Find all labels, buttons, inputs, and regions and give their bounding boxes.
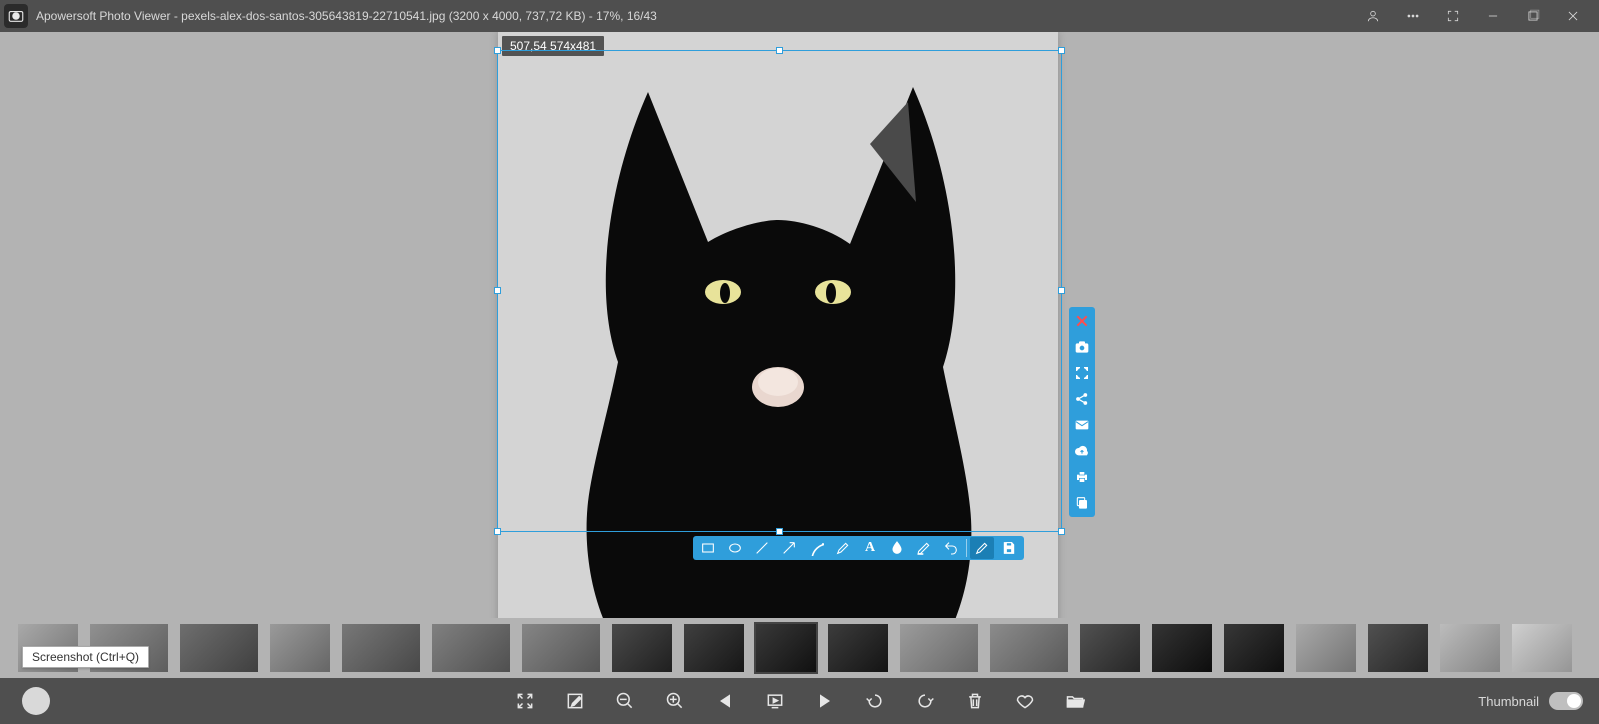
blur-tool-icon[interactable] bbox=[885, 537, 909, 559]
account-icon[interactable] bbox=[1353, 0, 1393, 32]
thumbnail[interactable] bbox=[900, 624, 978, 672]
thumbnail[interactable] bbox=[270, 624, 330, 672]
titlebar: Apowersoft Photo Viewer - pexels-alex-do… bbox=[0, 0, 1599, 32]
thumbnail-toggle[interactable] bbox=[1549, 692, 1583, 710]
more-icon[interactable] bbox=[1393, 0, 1433, 32]
highlighter-tool-icon[interactable] bbox=[912, 537, 936, 559]
upload-cloud-icon[interactable] bbox=[1071, 440, 1093, 462]
fullscreen-icon[interactable] bbox=[1071, 362, 1093, 384]
rotate-left-icon[interactable] bbox=[862, 688, 888, 714]
text-tool-icon[interactable]: A bbox=[858, 537, 882, 559]
open-folder-icon[interactable] bbox=[1062, 688, 1088, 714]
screenshot-action-palette bbox=[1069, 307, 1095, 517]
thumbnail[interactable] bbox=[342, 624, 420, 672]
thumbnail[interactable] bbox=[684, 624, 744, 672]
tooltip: Screenshot (Ctrl+Q) bbox=[22, 646, 149, 668]
ellipse-tool-icon[interactable] bbox=[723, 537, 747, 559]
selection-handle[interactable] bbox=[776, 528, 783, 535]
maximize-button[interactable] bbox=[1513, 0, 1553, 32]
separator bbox=[966, 539, 967, 557]
mail-icon[interactable] bbox=[1071, 414, 1093, 436]
zoom-in-icon[interactable] bbox=[662, 688, 688, 714]
thumbnail-strip[interactable] bbox=[0, 618, 1599, 678]
selection-handle[interactable] bbox=[1058, 47, 1065, 54]
copy-icon[interactable] bbox=[1071, 492, 1093, 514]
capture-icon[interactable] bbox=[1071, 336, 1093, 358]
selection-handle[interactable] bbox=[494, 528, 501, 535]
slideshow-icon[interactable] bbox=[762, 688, 788, 714]
selection-handle[interactable] bbox=[1058, 287, 1065, 294]
thumbnail[interactable] bbox=[1080, 624, 1140, 672]
edit-icon[interactable] bbox=[562, 688, 588, 714]
fullscreen-icon[interactable] bbox=[1433, 0, 1473, 32]
thumbnail[interactable] bbox=[432, 624, 510, 672]
window-title: Apowersoft Photo Viewer - pexels-alex-do… bbox=[36, 9, 657, 23]
undo-icon[interactable] bbox=[939, 537, 963, 559]
thumbnail[interactable] bbox=[1296, 624, 1356, 672]
delete-icon[interactable] bbox=[962, 688, 988, 714]
selection-handle[interactable] bbox=[1058, 528, 1065, 535]
close-button[interactable] bbox=[1553, 0, 1593, 32]
print-icon[interactable] bbox=[1071, 466, 1093, 488]
bottom-center-controls bbox=[512, 688, 1088, 714]
thumbnail[interactable] bbox=[756, 624, 816, 672]
thumbnail[interactable] bbox=[990, 624, 1068, 672]
previous-icon[interactable] bbox=[712, 688, 738, 714]
app-icon bbox=[4, 4, 28, 28]
zoom-out-icon[interactable] bbox=[612, 688, 638, 714]
rotate-right-icon[interactable] bbox=[912, 688, 938, 714]
share-icon[interactable] bbox=[1071, 388, 1093, 410]
line-tool-icon[interactable] bbox=[750, 537, 774, 559]
selection-handle[interactable] bbox=[494, 47, 501, 54]
bottom-toolbar: Screenshot (Ctrl+Q) Thumbnail bbox=[0, 678, 1599, 724]
avatar[interactable] bbox=[22, 687, 50, 715]
thumbnail bbox=[1368, 624, 1428, 672]
favorite-icon[interactable] bbox=[1012, 688, 1038, 714]
next-icon[interactable] bbox=[812, 688, 838, 714]
brush-tool-icon[interactable] bbox=[831, 537, 855, 559]
save-icon[interactable] bbox=[997, 537, 1021, 559]
thumbnail[interactable] bbox=[1152, 624, 1212, 672]
thumbnail[interactable] bbox=[828, 624, 888, 672]
thumbnail[interactable] bbox=[522, 624, 600, 672]
thumbnail[interactable] bbox=[1440, 624, 1500, 672]
fit-to-screen-icon[interactable] bbox=[512, 688, 538, 714]
thumbnail[interactable] bbox=[612, 624, 672, 672]
image-canvas[interactable]: 507,54 574x481 A bbox=[0, 32, 1599, 618]
selection-handle[interactable] bbox=[776, 47, 783, 54]
curved-arrow-tool-icon[interactable] bbox=[804, 537, 828, 559]
eyedropper-tool-icon[interactable] bbox=[970, 537, 994, 559]
thumbnail[interactable] bbox=[1512, 624, 1572, 672]
selection-handle[interactable] bbox=[494, 287, 501, 294]
arrow-tool-icon[interactable] bbox=[777, 537, 801, 559]
selection-size-label: 507,54 574x481 bbox=[502, 36, 604, 56]
minimize-button[interactable] bbox=[1473, 0, 1513, 32]
thumbnail[interactable] bbox=[1224, 624, 1284, 672]
cancel-icon[interactable] bbox=[1071, 310, 1093, 332]
rectangle-tool-icon[interactable] bbox=[696, 537, 720, 559]
thumbnail[interactable] bbox=[180, 624, 258, 672]
annotation-tool-palette: A bbox=[693, 536, 1024, 560]
thumbnail-toggle-label: Thumbnail bbox=[1478, 694, 1539, 709]
thumbnail-toggle-group: Thumbnail bbox=[1478, 692, 1583, 710]
